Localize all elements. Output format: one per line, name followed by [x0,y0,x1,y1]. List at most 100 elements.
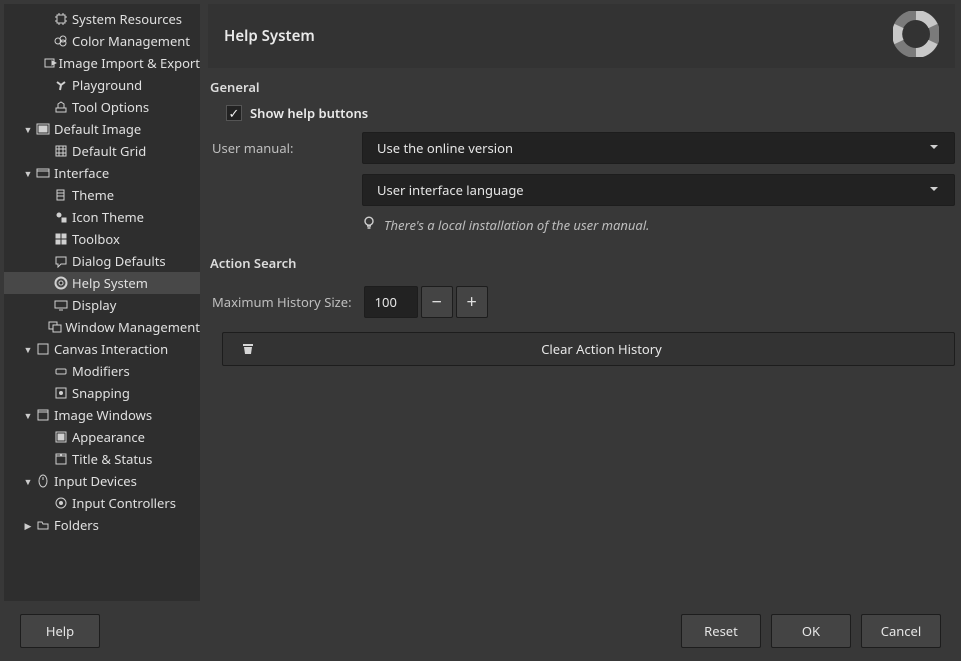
page-header: Help System [208,4,955,68]
increment-button[interactable]: + [456,286,488,318]
sidebar-item-toolbox[interactable]: Toolbox [4,228,200,250]
preferences-content-panel: Help System General [206,4,957,601]
help-icon [52,276,70,290]
sidebar-item-canvas-interaction[interactable]: ▼ Canvas Interaction [4,338,200,360]
display-icon [52,298,70,312]
sidebar-item-label: Title & Status [70,450,152,468]
sidebar-item-label: System Resources [70,10,182,28]
lightbulb-icon [362,216,376,234]
chevron-down-icon[interactable]: ▼ [22,167,34,180]
fan-icon [52,78,70,92]
palette-icon [52,34,70,48]
sidebar-item-label: Input Controllers [70,494,176,512]
imgwin-icon [34,408,52,422]
sidebar-item-label: Default Grid [70,142,146,160]
sidebar-item-appearance[interactable]: Appearance [4,426,200,448]
interface-icon [34,166,52,180]
section-heading-general: General [210,78,955,96]
chevron-down-icon [928,181,940,199]
sidebar-item-interface[interactable]: ▼ Interface [4,162,200,184]
max-history-label: Maximum History Size: [212,293,352,311]
sidebar-item-label: Input Devices [52,472,137,490]
toolopt-icon [52,100,70,114]
sidebar-item-image-import-export[interactable]: Image Import & Export [4,52,200,74]
hint-text: There's a local installation of the user… [384,216,650,234]
sidebar-item-snapping[interactable]: Snapping [4,382,200,404]
sidebar-item-color-management[interactable]: Color Management [4,30,200,52]
sidebar-item-label: Tool Options [70,98,149,116]
chevron-right-icon[interactable]: ▶ [22,519,34,532]
sidebar-item-label: Snapping [70,384,130,402]
input-icon [34,474,52,488]
clear-action-history-button[interactable]: Clear Action History [222,332,955,366]
title-icon [52,452,70,466]
local-manual-hint: There's a local installation of the user… [362,216,955,234]
clear-action-history-label: Clear Action History [261,340,942,358]
dialog-icon [52,254,70,268]
sidebar-item-input-devices[interactable]: ▼ Input Devices [4,470,200,492]
sidebar-item-label: Interface [52,164,109,182]
chevron-down-icon[interactable]: ▼ [22,475,34,488]
chevron-down-icon[interactable]: ▼ [22,123,34,136]
sidebar-item-label: Modifiers [70,362,130,380]
snap-icon [52,386,70,400]
show-help-buttons-checkbox[interactable] [226,105,242,121]
decrement-button[interactable]: − [421,286,453,318]
sidebar-item-default-image[interactable]: ▼ Default Image [4,118,200,140]
grid-icon [52,144,70,158]
sidebar-item-input-controllers[interactable]: Input Controllers [4,492,200,514]
sidebar-item-display[interactable]: Display [4,294,200,316]
sidebar-item-label: Canvas Interaction [52,340,168,358]
sidebar-item-modifiers[interactable]: Modifiers [4,360,200,382]
user-manual-dropdown[interactable]: Use the online version [362,132,955,164]
page-title: Help System [224,26,315,46]
sidebar-item-tool-options[interactable]: Tool Options [4,96,200,118]
ui-language-dropdown[interactable]: User interface language [362,174,955,206]
icontheme-icon [52,210,70,224]
chip-icon [52,12,70,26]
image-icon [34,122,52,136]
sidebar-item-title-status[interactable]: Title & Status [4,448,200,470]
sidebar-item-theme[interactable]: Theme [4,184,200,206]
section-heading-action-search: Action Search [210,254,955,272]
help-button[interactable]: Help [20,614,100,648]
sidebar-item-folders[interactable]: ▶ Folders [4,514,200,536]
toolbox-icon [52,232,70,246]
dialog-button-bar: Help Reset OK Cancel [0,601,961,661]
sidebar-item-system-resources[interactable]: System Resources [4,8,200,30]
sidebar-item-label: Icon Theme [70,208,144,226]
sidebar-item-help-system[interactable]: Help System [4,272,200,294]
theme-icon [52,188,70,202]
broom-icon [235,341,261,357]
sidebar-item-icon-theme[interactable]: Icon Theme [4,206,200,228]
sidebar-item-label: Window Management [63,318,200,336]
show-help-buttons-label: Show help buttons [250,104,368,122]
sidebar-item-dialog-defaults[interactable]: Dialog Defaults [4,250,200,272]
sidebar-item-window-management[interactable]: Window Management [4,316,200,338]
user-manual-label: User manual: [212,139,352,157]
sidebar-item-label: Help System [70,274,148,292]
preferences-sidebar[interactable]: System Resources Color Management Image Im… [4,4,200,601]
sidebar-item-label: Default Image [52,120,141,138]
ok-button[interactable]: OK [771,614,851,648]
modifier-icon [52,364,70,378]
controller-icon [52,496,70,510]
sidebar-item-label: Display [70,296,116,314]
sidebar-item-label: Dialog Defaults [70,252,166,270]
chevron-down-icon[interactable]: ▼ [22,409,34,422]
sidebar-item-label: Theme [70,186,114,204]
sidebar-item-label: Folders [52,516,99,534]
sidebar-item-default-grid[interactable]: Default Grid [4,140,200,162]
reset-button[interactable]: Reset [681,614,761,648]
folder-icon [34,518,52,532]
chevron-down-icon[interactable]: ▼ [22,343,34,356]
cancel-button[interactable]: Cancel [861,614,941,648]
import-icon [43,56,57,70]
sidebar-item-image-windows[interactable]: ▼Image Windows [4,404,200,426]
sidebar-item-label: Appearance [70,428,145,446]
chevron-down-icon [928,139,940,157]
canvas-icon [34,342,52,356]
sidebar-item-playground[interactable]: Playground [4,74,200,96]
max-history-value[interactable]: 100 [364,286,418,318]
sidebar-item-label: Image Import & Export [57,54,200,72]
